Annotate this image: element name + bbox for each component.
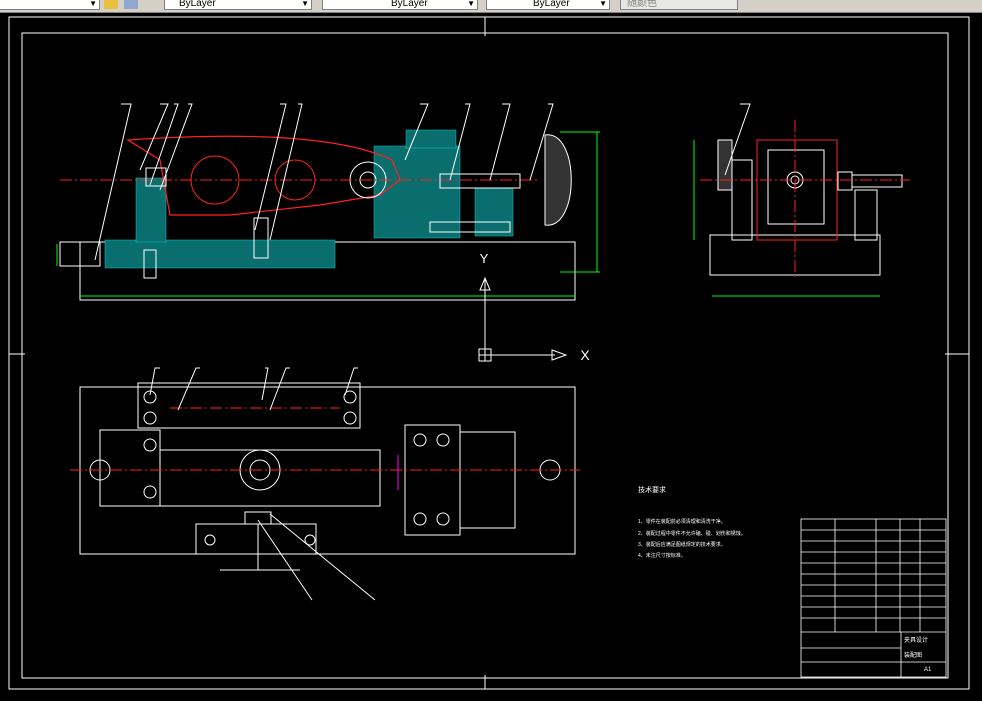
plotstyle-control-value: 随颜色: [627, 0, 657, 9]
title-block: [800, 518, 947, 678]
linetype-control-dropdown[interactable]: ByLayer ▼: [322, 0, 478, 10]
linetype-control-value: ByLayer: [391, 0, 428, 9]
color-control-dropdown[interactable]: ByLayer ▼: [164, 0, 312, 10]
front-view: [56, 103, 600, 301]
axis-x-label: X: [580, 347, 590, 363]
tech-requirement-1: 1、零件在装配前必须清理和清洗干净。: [638, 518, 726, 525]
drawing-svg: Y X 技术要求 1、零件在装配前必须清理和清洗干净。 2、装配过程中零件不允许…: [8, 16, 970, 690]
top-view: [70, 367, 580, 601]
technical-requirements: 技术要求 1、零件在装配前必须清理和清洗干净。 2、装配过程中零件不允许磕、碰、…: [638, 485, 746, 559]
properties-toolbar: ▼ ByLayer ▼ ByLayer ▼ ByLayer ▼ 随颜色: [0, 0, 982, 13]
layer-dropdown[interactable]: ▼: [0, 0, 100, 10]
tech-requirement-4: 4、未注尺寸按标准。: [638, 552, 686, 559]
title-block-name: 夹具设计: [904, 636, 928, 644]
color-control-value: ByLayer: [179, 0, 216, 9]
lineweight-control-dropdown[interactable]: ByLayer ▼: [486, 0, 610, 10]
drawing-canvas[interactable]: Y X 技术要求 1、零件在装配前必须清理和清洗干净。 2、装配过程中零件不允许…: [0, 13, 982, 696]
plotstyle-control-dropdown[interactable]: 随颜色: [620, 0, 738, 10]
lineweight-control-value: ByLayer: [533, 0, 570, 9]
axis-y-label: Y: [480, 251, 489, 266]
side-view: [693, 103, 910, 297]
tech-requirement-2: 2、装配过程中零件不允许磕、碰、划伤和锈蚀。: [638, 530, 746, 537]
sheet-border: [8, 16, 970, 690]
tech-requirements-title: 技术要求: [638, 485, 666, 494]
tech-requirement-3: 3、装配后应满足图纸规定的技术要求。: [638, 541, 726, 548]
layer-previous-icon[interactable]: [124, 0, 138, 9]
layer-manager-icon[interactable]: [104, 0, 118, 9]
ucs-icon: [478, 276, 568, 362]
title-block-sheet: A1: [924, 667, 932, 673]
title-block-drawing-no: 装配图: [904, 651, 922, 659]
center-marks: [9, 17, 969, 689]
